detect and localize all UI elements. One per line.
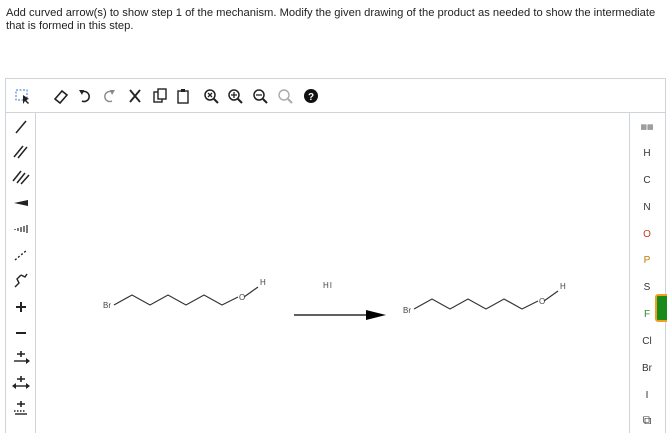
reactant-o-label: O [239,293,246,302]
redo-icon[interactable] [100,87,118,105]
undo-icon[interactable] [76,87,94,105]
copy-icon[interactable] [151,87,169,105]
element-button-c[interactable]: C [630,172,664,190]
top-toolbar: ? [6,79,665,113]
element-button-cl[interactable]: Cl [630,333,664,351]
negative-charge-icon[interactable] [10,324,32,342]
zoom-reset-icon[interactable] [202,87,220,105]
reagent-label: HI [323,281,333,290]
product-oh-bond [543,290,559,302]
selection-tool-icon[interactable] [10,91,32,109]
element-button-i[interactable]: I [630,387,664,405]
electron-arrow-icon[interactable] [10,399,32,417]
hash-bond-icon[interactable] [10,220,32,238]
cut-icon[interactable] [126,87,144,105]
periodic-table-icon[interactable]: ▦▦ [630,119,664,137]
paste-icon[interactable] [174,87,192,105]
svg-text:?: ? [308,92,314,103]
reactant-h-label: H [260,278,266,287]
triple-bond-icon[interactable] [10,168,32,186]
drawing-canvas[interactable]: Br O H HI Br O H [36,113,629,433]
template-icon[interactable]: ⧉ [630,411,664,429]
element-button-h[interactable]: H [630,145,664,163]
reactant-chain [113,294,239,306]
element-button-p[interactable]: P [630,252,664,270]
erase-icon[interactable] [52,87,70,105]
chain-tool-icon[interactable] [10,272,32,290]
product-o-label: O [539,297,546,306]
molecule-editor: ? Br O H HI Br O H ▦▦ H C N O P S F Cl B… [5,78,666,433]
product-h-label: H [560,282,566,291]
single-bond-icon[interactable] [10,118,32,136]
reaction-arrow-head [366,310,386,320]
help-icon[interactable]: ? [302,87,320,105]
zoom-out-icon[interactable] [251,87,269,105]
lone-pair-arrow-icon[interactable] [10,349,32,367]
element-button-n[interactable]: N [630,199,664,217]
element-button-br[interactable]: Br [630,360,664,378]
clean-icon[interactable] [276,87,294,105]
reactant-br-label: Br [103,301,111,310]
double-bond-icon[interactable] [10,143,32,161]
instructions-text: Add curved arrow(s) to show step 1 of th… [6,7,656,32]
element-button-o[interactable]: O [630,226,664,244]
zoom-in-icon[interactable] [226,87,244,105]
reactant-oh-bond [243,286,259,298]
product-br-label: Br [403,306,411,315]
dashed-bond-icon[interactable] [10,246,32,264]
wedge-bond-icon[interactable] [10,194,32,212]
side-panel-tab[interactable] [655,294,667,322]
product-chain [413,298,539,310]
element-toolbar: ▦▦ H C N O P S F Cl Br I ⧉ [629,113,665,433]
left-toolbar [6,113,36,433]
positive-charge-icon[interactable] [10,298,32,316]
bond-arrow-icon[interactable] [10,374,32,392]
